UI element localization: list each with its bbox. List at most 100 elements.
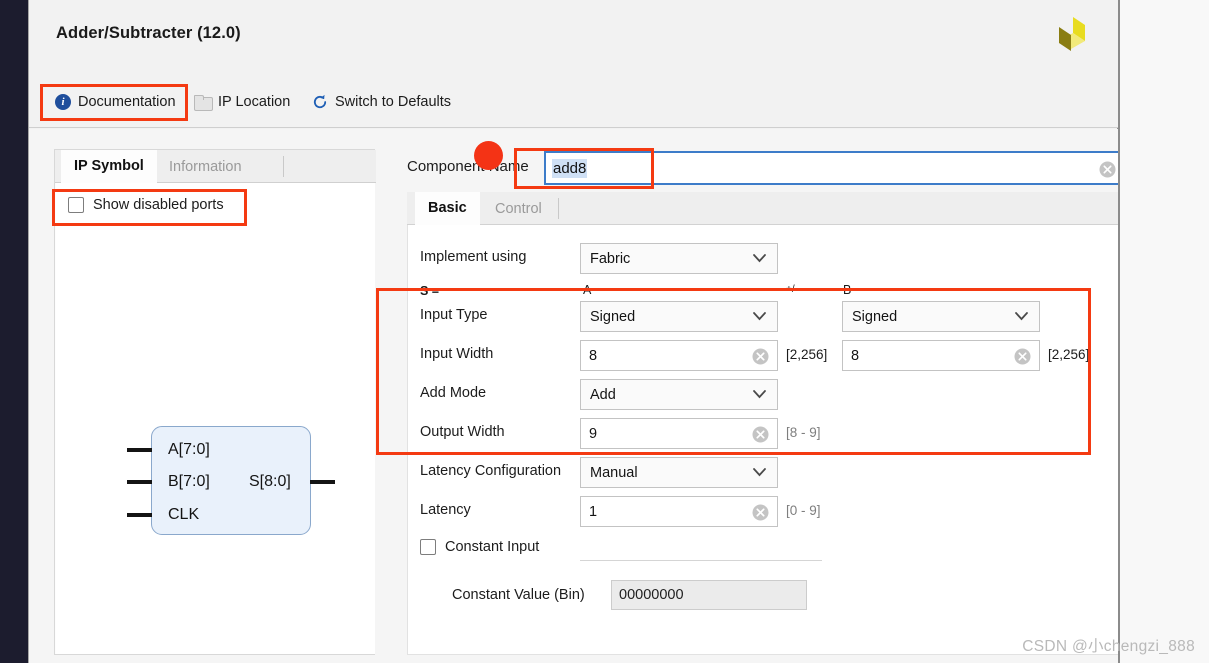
constant-value-input[interactable]: 00000000 [611,580,807,610]
colhdr-operand-a: A [583,283,592,297]
folder-icon [194,95,213,111]
component-name-row: Component Name add8 [407,151,1127,185]
tab-information-label: Information [169,158,242,175]
constant-value-label: Constant Value (Bin) [452,587,585,603]
tab-basic[interactable]: Basic [415,192,480,225]
info-icon: i [55,94,71,110]
latency-configuration-select[interactable]: Manual [580,457,778,488]
wire-a [127,448,152,452]
input-width-b-range: [2,256] [1048,347,1090,362]
show-disabled-ports-label: Show disabled ports [93,197,224,213]
chevron-down-icon [753,390,766,399]
row-constant-input: Constant Input [408,537,1128,569]
input-width-a-input[interactable]: 8 [580,340,778,371]
watermark: CSDN @小chengzi_888 [1022,638,1195,655]
ip-location-button[interactable]: IP Location [194,88,290,116]
chevron-down-icon [753,468,766,477]
symbol-port-b: B[7:0] [168,473,210,490]
input-type-label: Input Type [420,307,488,323]
basic-tab-content: Implement using Fabric S = A +/- B Input… [407,225,1127,655]
right-gutter [1118,0,1209,663]
input-width-b-clear-icon[interactable] [1014,348,1031,370]
tab-separator [283,156,284,177]
latency-clear-icon[interactable] [752,504,769,526]
page-title: Adder/Subtracter (12.0) [56,24,241,42]
constant-value-value: 00000000 [619,587,684,603]
latency-input[interactable]: 1 [580,496,778,527]
dialog-body: IP Symbol Information Show disabled port… [29,129,1127,663]
wire-clk [127,513,152,517]
constant-input-divider [580,560,822,561]
input-type-a-select[interactable]: Signed [580,301,778,332]
tab-ip-symbol-label: IP Symbol [74,158,144,174]
latency-label: Latency [420,502,471,518]
input-width-a-range: [2,256] [786,347,828,362]
ip-config-panel: Component Name add8 Basic Control Implem… [407,137,1127,655]
chevron-down-icon [753,312,766,321]
chevron-down-icon [1015,312,1028,321]
constant-input-checkbox[interactable] [420,539,436,555]
ip-location-label: IP Location [218,94,291,110]
xilinx-logo-icon [1059,17,1085,51]
latency-configuration-label: Latency Configuration [420,463,562,479]
component-name-value: add8 [552,158,588,178]
row-output-width: Output Width 9 [8 - 9] [408,418,1128,450]
row-implement-using: Implement using Fabric [408,243,1128,275]
right-gutter-divider [1118,0,1120,663]
symbol-port-a: A[7:0] [168,441,210,458]
symbol-port-s: S[8:0] [249,473,291,490]
tab-information[interactable]: Information [156,150,255,183]
annotation-dot [474,141,503,170]
add-mode-value: Add [590,386,616,403]
implement-using-value: Fabric [590,250,631,267]
ip-symbol-canvas: Show disabled ports A[7:0] B[7:0] CLK S[… [56,183,375,654]
latency-value: 1 [589,503,598,520]
config-tabs: Basic Control [407,192,1127,225]
row-input-type: Input Type Signed Signed [408,301,1128,333]
implement-using-label: Implement using [420,249,527,265]
row-latency: Latency 1 [0 - 9] [408,496,1128,528]
input-width-b-value: 8 [851,347,860,364]
ip-symbol-panel: IP Symbol Information Show disabled port… [54,149,376,655]
ip-customize-dialog: Adder/Subtracter (12.0) i Documentation … [28,0,1127,663]
tab-basic-label: Basic [428,200,467,216]
colhdr-operand-b: B [843,283,852,297]
row-add-mode: Add Mode Add [408,379,1128,411]
switch-to-defaults-button[interactable]: Switch to Defaults [312,88,451,116]
add-mode-select[interactable]: Add [580,379,778,410]
component-name-input[interactable]: add8 [544,151,1127,185]
refresh-icon [313,94,327,109]
input-type-b-select[interactable]: Signed [842,301,1040,332]
left-panel-tabs: IP Symbol Information [55,150,376,183]
row-input-width: Input Width 8 [2,256] 8 [2,256] [408,340,1128,372]
add-mode-label: Add Mode [420,385,487,401]
screenshot-root: Adder/Subtracter (12.0) i Documentation … [0,0,1209,663]
config-tab-separator [558,198,559,219]
show-disabled-ports-checkbox[interactable] [68,197,84,213]
latency-range: [0 - 9] [786,503,821,518]
chevron-down-icon [753,254,766,263]
input-width-b-input[interactable]: 8 [842,340,1040,371]
wire-s [310,480,335,484]
component-name-clear-icon[interactable] [1099,161,1116,183]
dialog-toolbar: i Documentation IP Location Switch to De… [29,76,1119,128]
implement-using-select[interactable]: Fabric [580,243,778,274]
documentation-button[interactable]: i Documentation [55,88,176,116]
documentation-label: Documentation [78,94,176,110]
tab-ip-symbol[interactable]: IP Symbol [61,150,157,183]
component-name-label: Component Name [407,158,529,175]
input-width-a-value: 8 [589,347,598,364]
constant-input-group[interactable]: Constant Input [420,539,539,555]
output-width-clear-icon[interactable] [752,426,769,448]
wire-b [127,480,152,484]
row-constant-value: Constant Value (Bin) 00000000 [408,580,1128,612]
input-type-b-value: Signed [852,308,898,325]
input-width-label: Input Width [420,346,494,362]
output-width-input[interactable]: 9 [580,418,778,449]
dialog-header: Adder/Subtracter (12.0) [29,0,1119,76]
symbol-port-clk: CLK [168,506,200,523]
row-latency-configuration: Latency Configuration Manual [408,457,1128,489]
tab-control[interactable]: Control [482,192,555,225]
input-width-a-clear-icon[interactable] [752,348,769,370]
show-disabled-ports-row[interactable]: Show disabled ports [68,197,224,213]
